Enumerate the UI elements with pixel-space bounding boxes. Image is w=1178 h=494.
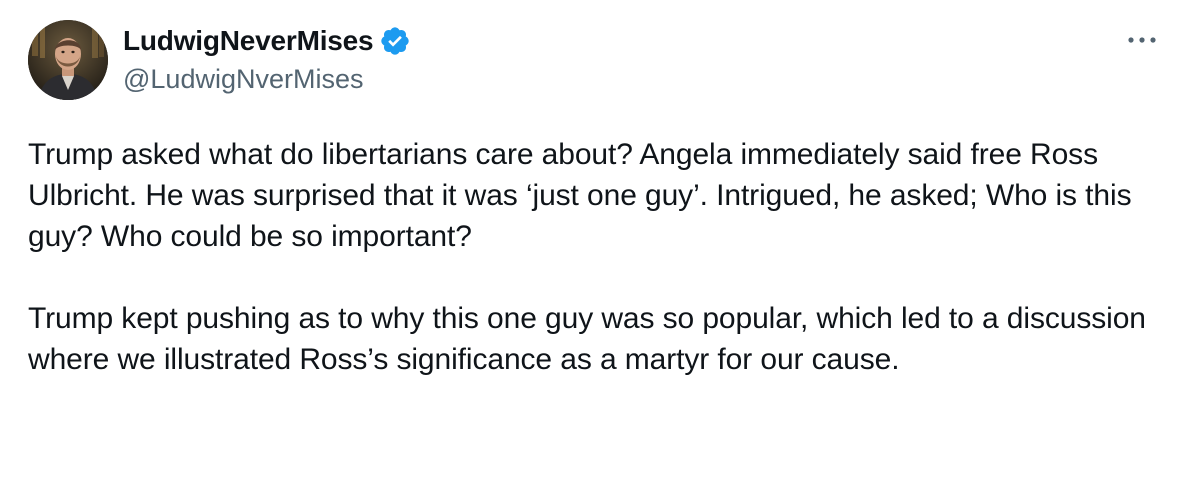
- author-handle[interactable]: @LudwigNverMises: [123, 64, 411, 95]
- tweet-paragraph-2: Trump kept pushing as to why this one gu…: [28, 302, 1146, 376]
- tweet-text: Trump asked what do libertarians care ab…: [28, 134, 1158, 380]
- tweet-paragraph-1: Trump asked what do libertarians care ab…: [28, 138, 1132, 253]
- display-name[interactable]: LudwigNeverMises: [123, 25, 374, 57]
- avatar-photo: [28, 20, 108, 100]
- avatar[interactable]: [28, 20, 108, 100]
- tweet-card: LudwigNeverMises @LudwigNverMises Trump …: [0, 0, 1178, 494]
- verified-badge-icon: [379, 25, 411, 57]
- user-info: LudwigNeverMises @LudwigNverMises: [123, 22, 411, 95]
- more-options-button[interactable]: [1124, 26, 1160, 54]
- author-name-row[interactable]: LudwigNeverMises: [123, 22, 411, 60]
- ellipsis-icon: [1128, 37, 1156, 43]
